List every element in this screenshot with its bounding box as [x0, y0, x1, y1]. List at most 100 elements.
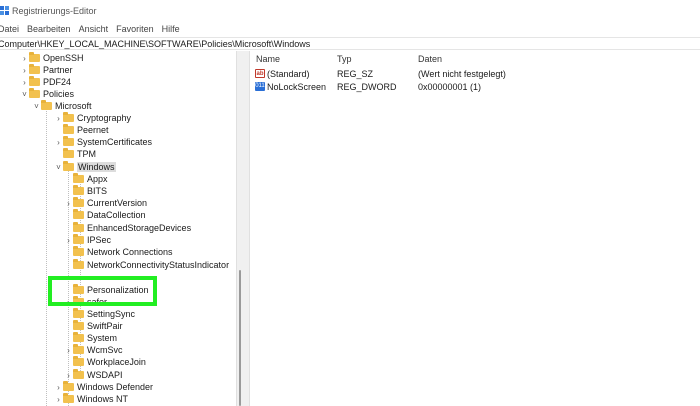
folder-icon [41, 100, 52, 110]
tree-item-policies[interactable]: ˅ Policies [20, 88, 74, 100]
chevron-right-icon[interactable]: › [20, 64, 29, 76]
tree-item-label: Cryptography [77, 113, 132, 123]
folder-icon [63, 112, 74, 122]
tree-item-label: Windows Defender [77, 382, 154, 392]
folder-icon [73, 332, 84, 342]
value-name: NoLockScreen [267, 82, 327, 92]
folder-icon [29, 52, 40, 62]
chevron-right-icon[interactable]: › [54, 393, 63, 405]
tree-item-pdf24[interactable]: › PDF24 [20, 76, 71, 88]
tree-item-label: SettingSync [87, 309, 136, 319]
tree-item-cryptography[interactable]: › Cryptography [54, 112, 131, 124]
tree-item-partner[interactable]: › Partner [20, 64, 73, 76]
tree-item-appx[interactable]: Appx [64, 173, 108, 185]
folder-icon [29, 64, 40, 74]
tree-item-enhancedstoragedevices[interactable]: EnhancedStorageDevices [64, 222, 191, 234]
value-row[interactable]: ab (Standard) REG_SZ (Wert nicht festgel… [250, 68, 700, 80]
chevron-right-icon[interactable]: › [20, 52, 29, 64]
menu-bearbeiten[interactable]: Bearbeiten [27, 22, 71, 36]
tree-item-ipsec[interactable]: › IPSec [64, 234, 111, 246]
tree-item-windows-defender[interactable]: › Windows Defender [54, 381, 153, 393]
tree-item-system[interactable]: System [64, 332, 117, 344]
tree-item-openssh[interactable]: › OpenSSH [20, 52, 84, 64]
tree-item-settingsync[interactable]: SettingSync [64, 308, 135, 320]
tree-item-label: Partner [43, 65, 73, 75]
chevron-right-icon[interactable]: › [64, 369, 73, 381]
chevron-right-icon[interactable]: › [20, 76, 29, 88]
menu-ansicht[interactable]: Ansicht [79, 22, 109, 36]
chevron-right-icon[interactable]: › [64, 234, 73, 246]
folder-icon [73, 173, 84, 183]
tree-scrollbar-thumb[interactable] [239, 270, 241, 406]
window-title: Registrierungs-Editor [12, 6, 97, 16]
tree-item-label: NetworkConnectivityStatusIndicator [87, 260, 230, 270]
tree-item-datacollection[interactable]: DataCollection [64, 209, 146, 221]
chevron-right-icon[interactable]: › [54, 112, 63, 124]
value-type: REG_DWORD [337, 82, 397, 92]
tree-item-networkconnectivitystatusindicator[interactable]: NetworkConnectivityStatusIndicator [64, 259, 229, 271]
tree-item-workplacejoin[interactable]: WorkplaceJoin [64, 356, 146, 368]
column-header-name[interactable]: Name [256, 54, 280, 64]
value-data: (Wert nicht festgelegt) [418, 69, 506, 79]
tree-item-bits[interactable]: BITS [64, 185, 107, 197]
folder-icon [29, 76, 40, 86]
menu-favoriten[interactable]: Favoriten [116, 22, 154, 36]
tree-item-wsdapi[interactable]: › WSDAPI [64, 369, 123, 381]
value-row[interactable]: 011 NoLockScreen REG_DWORD 0x00000001 (1… [250, 81, 700, 93]
tree-item-tpm[interactable]: TPM [54, 148, 96, 160]
tree-item-label: Windows NT [77, 394, 129, 404]
tree-item-label: PDF24 [43, 77, 72, 87]
chevron-right-icon[interactable]: › [54, 381, 63, 393]
column-header-type[interactable]: Typ [337, 54, 352, 64]
tree-item-microsoft[interactable]: ˅ Microsoft [32, 100, 92, 112]
tree-item-label: EnhancedStorageDevices [87, 223, 192, 233]
chevron-right-icon[interactable]: › [64, 197, 73, 209]
menu-hilfe[interactable]: Hilfe [162, 22, 180, 36]
tree-item-label: WorkplaceJoin [87, 357, 146, 367]
tree-item-label: OpenSSH [43, 53, 84, 63]
folder-icon [73, 222, 84, 232]
column-header-data[interactable]: Daten [418, 54, 442, 64]
tree-item-wcmsvc[interactable]: › WcmSvc [64, 344, 123, 356]
tree-item-peernet[interactable]: Peernet [54, 124, 109, 136]
chevron-down-icon[interactable]: ˅ [32, 100, 41, 112]
tree-guide-line [46, 106, 47, 406]
folder-icon [73, 185, 84, 195]
address-bar[interactable]: Computer\HKEY_LOCAL_MACHINE\SOFTWARE\Pol… [0, 37, 700, 50]
tree-item-label: TPM [77, 149, 96, 159]
folder-icon [73, 197, 84, 207]
folder-icon [73, 320, 84, 330]
tree-item-network-connections[interactable]: Network Connections [64, 246, 173, 258]
tree-item-swiftpair[interactable]: SwiftPair [64, 320, 123, 332]
chevron-down-icon[interactable]: ˅ [54, 161, 63, 173]
chevron-down-icon[interactable]: ˅ [20, 88, 29, 100]
folder-icon [73, 369, 84, 379]
tree-item-windows-nt[interactable]: › Windows NT [54, 393, 128, 405]
key-tree-pane[interactable]: › OpenSSH › Partner › PDF24 ˅ Policies ˅ Microsof… [0, 51, 236, 406]
tree-item-label: Peernet [77, 125, 109, 135]
tree-item-label: CurrentVersion [87, 198, 148, 208]
tree-item-systemcertificates[interactable]: › SystemCertificates [54, 136, 152, 148]
folder-icon [73, 308, 84, 318]
registry-editor-icon [0, 6, 9, 15]
folder-icon [73, 344, 84, 354]
tree-item-currentversion[interactable]: › CurrentVersion [64, 197, 147, 209]
tree-item-windows[interactable]: ˅ Windows [54, 161, 116, 173]
values-list-pane[interactable]: Name Typ Daten ab (Standard) REG_SZ (Wer… [250, 51, 700, 406]
dword-value-icon: 011 [255, 82, 265, 91]
address-path[interactable]: Computer\HKEY_LOCAL_MACHINE\SOFTWARE\Pol… [0, 39, 310, 49]
chevron-right-icon[interactable]: › [54, 136, 63, 148]
value-name: (Standard) [267, 69, 310, 79]
menu-datei[interactable]: Datei [0, 22, 19, 36]
chevron-right-icon[interactable]: › [64, 344, 73, 356]
tree-item-label: Policies [43, 89, 75, 99]
